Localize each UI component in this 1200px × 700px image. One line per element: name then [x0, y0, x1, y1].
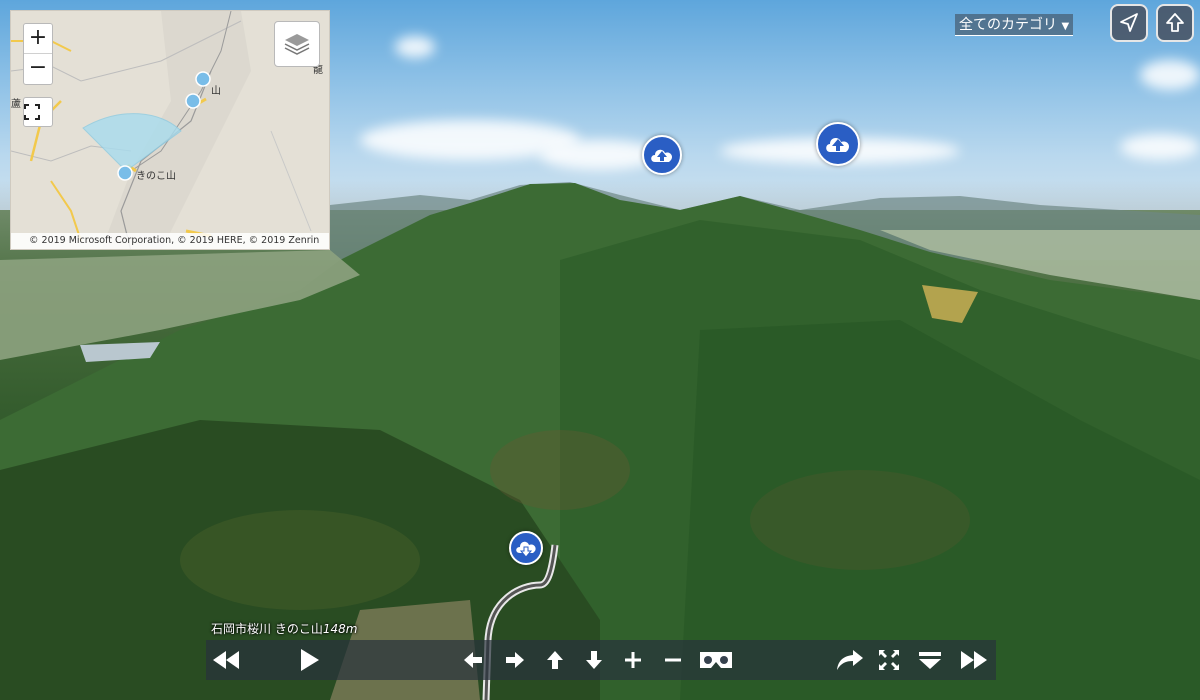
menu-button[interactable] — [912, 640, 948, 680]
arrow-up-icon — [547, 651, 563, 669]
zoom-in-button[interactable] — [615, 640, 651, 680]
arrow-down-icon — [586, 651, 602, 669]
map-label-left: 蘆 — [11, 99, 21, 110]
location-altitude: 148m — [322, 622, 358, 636]
compass-arrow-icon — [1120, 13, 1138, 32]
rewind-icon — [213, 651, 239, 669]
zoom-out-icon — [665, 658, 681, 662]
cloud-down-icon[interactable] — [509, 531, 543, 565]
location-caption: 石岡市桜川 きのこ山148m — [211, 620, 357, 637]
category-label: 全てのカテゴリ — [959, 17, 1057, 33]
fullscreen-icon — [879, 650, 899, 670]
pan-down-button[interactable] — [576, 640, 612, 680]
pan-left-button[interactable] — [455, 640, 491, 680]
pan-up-button[interactable] — [537, 640, 573, 680]
play-button[interactable] — [292, 640, 328, 680]
pan-right-button[interactable] — [497, 640, 533, 680]
map-zoom-out-button[interactable]: − — [24, 54, 52, 84]
share-icon — [837, 650, 863, 670]
layers-icon — [284, 34, 310, 55]
map-zoom-in-button[interactable]: + — [24, 24, 52, 54]
map-layers-button[interactable] — [274, 21, 320, 67]
map-label-kinoko: きのこ山 — [136, 171, 176, 182]
fast-forward-icon — [961, 651, 987, 669]
map-fullscreen-button[interactable] — [23, 97, 53, 127]
upload-button[interactable] — [1156, 4, 1194, 42]
cloud-up-icon[interactable] — [816, 122, 860, 166]
viewer-toolbar — [206, 640, 996, 680]
vr-icon — [700, 652, 732, 668]
navigate-button[interactable] — [1110, 4, 1148, 42]
map-attribution: © 2019 Microsoft Corporation, © 2019 HER… — [11, 233, 329, 249]
vr-button[interactable] — [696, 640, 736, 680]
map-label-mountain: 山 — [211, 86, 221, 97]
location-name: 石岡市桜川 きのこ山 — [211, 622, 323, 636]
cloud-up-icon[interactable] — [642, 135, 682, 175]
arrow-left-icon — [464, 652, 482, 668]
zoom-in-icon — [625, 652, 641, 668]
fullscreen-button[interactable] — [871, 640, 907, 680]
fast-forward-button[interactable] — [956, 640, 992, 680]
map-zoom-control: + − — [23, 23, 53, 85]
play-icon — [301, 649, 319, 671]
up-arrow-icon — [1166, 13, 1184, 32]
rewind-button[interactable] — [208, 640, 244, 680]
category-dropdown[interactable]: 全てのカテゴリ ▼ — [955, 14, 1074, 36]
expand-icon — [24, 104, 40, 120]
arrow-right-icon — [506, 652, 524, 668]
chevron-down-icon: ▼ — [1061, 21, 1070, 32]
share-button[interactable] — [832, 640, 868, 680]
mini-map[interactable]: きのこ山 山 龍 蘆 + − © 2019 Microsoft Corporat… — [10, 10, 330, 250]
zoom-out-button[interactable] — [655, 640, 691, 680]
menu-icon — [919, 652, 941, 669]
